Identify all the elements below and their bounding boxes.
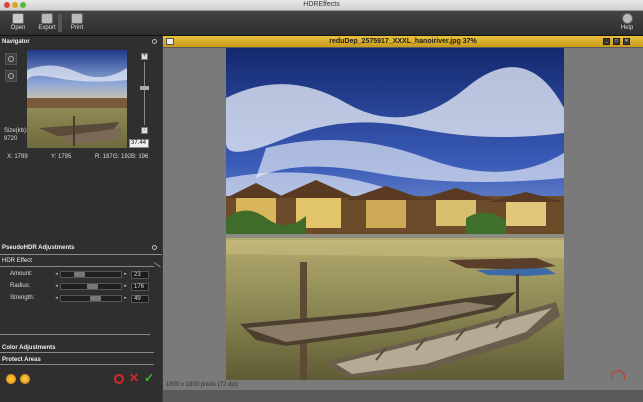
zoom-out-button[interactable]: -: [141, 127, 148, 134]
amount-slider[interactable]: [60, 271, 122, 278]
left-panel: Navigator + - 37.44 Size(kb): 9720 X: 17…: [0, 36, 162, 402]
navigator-thumbnail[interactable]: [27, 50, 127, 148]
toolbar: Open Export Print Help: [0, 11, 643, 36]
zoom-fit-icon: [8, 56, 14, 62]
folder-icon: [12, 13, 24, 24]
print-label: Print: [70, 25, 84, 31]
window-title-bar: HDREffects: [0, 0, 643, 11]
navigator-header[interactable]: Navigator: [0, 37, 162, 47]
image-dimensions: 1800 x 1800 pixels (72 dpi): [166, 382, 239, 388]
amount-value-field[interactable]: 23: [131, 271, 149, 279]
zoom-slider-thumb[interactable]: [140, 86, 149, 90]
strength-label: Strength:: [10, 295, 35, 301]
document-title: reduDep_2575917_XXXL_hanoiriver.jpg 37%: [329, 38, 477, 45]
size-value: 9720: [4, 136, 18, 142]
radius-slider[interactable]: [60, 283, 122, 290]
document-title-bar[interactable]: reduDep_2575917_XXXL_hanoiriver.jpg 37% …: [163, 36, 643, 47]
section-divider: [0, 364, 154, 365]
doc-close-button[interactable]: ×: [623, 38, 630, 45]
y-readout: Y: 1795: [51, 154, 72, 160]
export-button[interactable]: Export: [34, 12, 60, 34]
strength-decrease-button[interactable]: ◂: [54, 295, 59, 302]
x-readout: X: 1799: [7, 154, 28, 160]
doc-minimize-button[interactable]: _: [603, 38, 610, 45]
preset-icon[interactable]: [6, 374, 16, 384]
doc-maximize-button[interactable]: □: [613, 38, 620, 45]
r-readout: R: 187: [95, 154, 113, 160]
close-window-button[interactable]: [4, 2, 10, 8]
open-button[interactable]: Open: [5, 12, 31, 34]
pseudohdr-header[interactable]: PseudoHDR Adjustments: [0, 243, 162, 253]
pseudohdr-title: PseudoHDR Adjustments: [2, 245, 75, 251]
zoom-fit-button[interactable]: [5, 53, 17, 65]
zoom-actual-icon: [8, 73, 14, 79]
amount-increase-button[interactable]: ▸: [123, 271, 128, 278]
export-dropdown-arrow[interactable]: [58, 14, 62, 32]
zoom-window-button[interactable]: [20, 2, 26, 8]
zoom-value-field[interactable]: 37.44: [129, 139, 149, 148]
radius-value-field[interactable]: 176: [131, 283, 149, 291]
help-icon: [621, 13, 633, 24]
help-label: Help: [620, 25, 634, 31]
section-divider: [0, 266, 154, 267]
g-readout: G: 192: [113, 154, 132, 160]
minimize-window-button[interactable]: [12, 2, 18, 8]
zoom-actual-button[interactable]: [5, 70, 17, 82]
amount-slider-thumb[interactable]: [74, 272, 85, 277]
export-label: Export: [38, 25, 56, 31]
hdr-effect-header[interactable]: HDR Effect: [0, 256, 162, 266]
open-label: Open: [10, 25, 26, 31]
export-icon: [41, 13, 53, 24]
pseudohdr-gear-icon[interactable]: [152, 245, 157, 250]
cancel-icon[interactable]: ✕: [129, 371, 139, 385]
print-button[interactable]: Print: [64, 12, 90, 34]
strength-slider-thumb[interactable]: [90, 296, 101, 301]
image-canvas[interactable]: [163, 48, 643, 390]
zoom-slider-track[interactable]: [144, 62, 145, 125]
radius-increase-button[interactable]: ▸: [123, 283, 128, 290]
amount-decrease-button[interactable]: ◂: [54, 271, 59, 278]
printer-icon: [71, 13, 83, 24]
radius-slider-thumb[interactable]: [87, 284, 98, 289]
strength-increase-button[interactable]: ▸: [123, 295, 128, 302]
help-button[interactable]: Help: [614, 12, 640, 34]
radius-decrease-button[interactable]: ◂: [54, 283, 59, 290]
color-adjustments-label: Color Adjustments: [2, 345, 56, 351]
gear-icon[interactable]: [152, 39, 157, 44]
section-divider: [0, 334, 150, 335]
b-readout: B: 196: [131, 154, 149, 160]
zoom-in-button[interactable]: +: [141, 53, 148, 60]
document-icon: [166, 38, 174, 45]
section-divider: [0, 352, 154, 353]
strength-slider[interactable]: [60, 295, 122, 302]
preset-alt-icon[interactable]: [20, 374, 30, 384]
radius-label: Radius:: [10, 283, 31, 289]
protect-areas-label: Protect Areas: [2, 357, 41, 363]
strength-value-field[interactable]: 49: [131, 295, 149, 303]
document-window: reduDep_2575917_XXXL_hanoiriver.jpg 37% …: [163, 36, 643, 402]
size-label: Size(kb):: [4, 128, 28, 134]
hdr-effect-label: HDR Effect: [2, 258, 32, 264]
reset-icon[interactable]: [114, 374, 124, 384]
navigator-title: Navigator: [2, 39, 30, 45]
main-image[interactable]: [226, 48, 564, 380]
section-divider: [0, 254, 162, 255]
apply-icon[interactable]: ✓: [144, 371, 154, 385]
amount-label: Amount:: [10, 271, 33, 277]
window-title: HDREffects: [303, 1, 340, 8]
status-bar: 1800 x 1800 pixels (72 dpi): [163, 380, 643, 390]
